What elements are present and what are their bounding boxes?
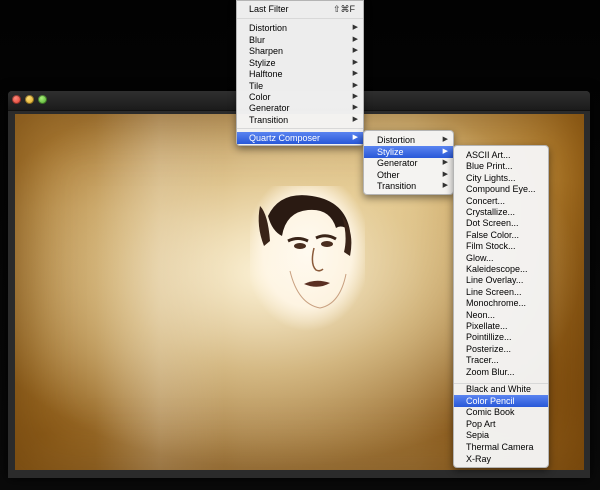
submenu-item-transition[interactable]: Transition ▶ — [364, 180, 453, 192]
filter-item-line-screen[interactable]: Line Screen... — [454, 286, 548, 298]
filter-item-pointillize[interactable]: Pointillize... — [454, 331, 548, 343]
triangle-right-icon: ▶ — [352, 47, 358, 54]
menu-item-label: Pointillize... — [466, 332, 512, 343]
filter-item-line-overlay[interactable]: Line Overlay... — [454, 274, 548, 286]
menu-item-label: Transition — [377, 181, 417, 191]
quartz-composer-submenu: Distortion ▶ Stylize ▶ Generator ▶ Other ▶ T… — [363, 130, 454, 195]
shortcut-label: ⇧⌘F — [332, 4, 355, 14]
triangle-right-icon: ▶ — [352, 134, 358, 141]
filter-item-x-ray[interactable]: X-Ray — [454, 453, 548, 465]
menu-item-label: Neon... — [466, 309, 496, 320]
triangle-right-icon: ▶ — [442, 136, 448, 143]
menu-item-label: Generator — [249, 103, 290, 113]
filter-item-comic-book[interactable]: Comic Book — [454, 406, 548, 418]
filter-item-pixellate[interactable]: Pixellate... — [454, 320, 548, 332]
menu-item-label: Black and White — [466, 384, 532, 394]
menu-item-label: Thermal Camera — [466, 442, 534, 452]
menu-item-label: Tracer... — [466, 355, 499, 366]
menu-item-halftone[interactable]: Halftone ▶ — [237, 68, 363, 80]
menu-item-label: Generator — [377, 158, 418, 168]
filter-item-compound-eye[interactable]: Compound Eye... — [454, 183, 548, 195]
filter-menu: Last Filter ⇧⌘F Distortion ▶ Blur ▶ Sharpe… — [236, 0, 364, 146]
filter-item-glow[interactable]: Glow... — [454, 252, 548, 264]
menu-item-label: Zoom Blur... — [466, 366, 515, 377]
filter-item-city-lights[interactable]: City Lights... — [454, 172, 548, 184]
filter-item-posterize[interactable]: Posterize... — [454, 343, 548, 355]
menu-item-label: Compound Eye... — [466, 184, 536, 195]
menu-item-label: Pixellate... — [466, 321, 508, 331]
filter-item-crystallize[interactable]: Crystallize... — [454, 206, 548, 218]
submenu-item-distortion[interactable]: Distortion ▶ — [364, 134, 453, 146]
menu-item-label: Line Screen... — [466, 286, 522, 297]
minimize-button[interactable] — [25, 95, 34, 104]
menu-item-label: Pop Art — [466, 418, 496, 429]
filter-item-sepia[interactable]: Sepia — [454, 429, 548, 441]
menu-item-label: Crystallize... — [466, 207, 516, 217]
menu-item-label: Halftone — [249, 69, 283, 79]
triangle-right-icon: ▶ — [442, 182, 448, 189]
submenu-item-generator[interactable]: Generator ▶ — [364, 157, 453, 169]
menu-item-label: Blue Print... — [466, 161, 513, 172]
menu-item-distortion[interactable]: Distortion ▶ — [237, 22, 363, 34]
menu-item-label: Concert... — [466, 195, 506, 206]
menu-item-label: X-Ray — [466, 453, 492, 464]
menu-item-label: City Lights... — [466, 172, 516, 183]
menu-item-label: Color Pencil — [466, 395, 515, 406]
filter-item-pop-art[interactable]: Pop Art — [454, 418, 548, 430]
triangle-right-icon: ▶ — [442, 159, 448, 166]
menu-item-label: Sepia — [466, 430, 490, 441]
menu-item-label: Distortion — [249, 23, 288, 33]
menu-item-label: Posterize... — [466, 343, 512, 354]
menu-separator — [237, 128, 363, 129]
close-button[interactable] — [12, 95, 21, 104]
menu-item-label: Sharpen — [249, 46, 284, 56]
filter-item-tracer[interactable]: Tracer... — [454, 354, 548, 366]
triangle-right-icon: ▶ — [352, 116, 358, 123]
menu-item-label: Quartz Composer — [249, 133, 321, 143]
filter-item-concert[interactable]: Concert... — [454, 195, 548, 207]
triangle-right-icon: ▶ — [352, 70, 358, 77]
filter-item-ascii-art[interactable]: ASCII Art... — [454, 149, 548, 161]
filter-item-black-and-white[interactable]: Black and White — [454, 383, 548, 395]
filter-item-film-stock[interactable]: Film Stock... — [454, 240, 548, 252]
menu-item-label: Transition — [249, 115, 289, 125]
filter-item-blue-print[interactable]: Blue Print... — [454, 160, 548, 172]
menu-item-label: Monochrome... — [466, 298, 527, 309]
menu-item-label: Line Overlay... — [466, 275, 524, 286]
stylize-submenu: ASCII Art... Blue Print... City Lights... C… — [453, 145, 549, 468]
menu-item-sharpen[interactable]: Sharpen ▶ — [237, 45, 363, 57]
menu-item-label: ASCII Art... — [466, 150, 511, 160]
menu-item-generator[interactable]: Generator ▶ — [237, 102, 363, 114]
menu-item-label: False Color... — [466, 229, 520, 240]
menu-item-transition[interactable]: Transition ▶ — [237, 114, 363, 126]
triangle-right-icon: ▶ — [352, 104, 358, 111]
zoom-button[interactable] — [38, 95, 47, 104]
filter-item-monochrome[interactable]: Monochrome... — [454, 297, 548, 309]
menu-separator — [237, 18, 363, 19]
menu-item-label: Kaleidescope... — [466, 264, 528, 274]
menu-item-label: Last Filter — [249, 4, 289, 14]
filter-item-dot-screen[interactable]: Dot Screen... — [454, 217, 548, 229]
filter-item-kaleidescope[interactable]: Kaleidescope... — [454, 263, 548, 275]
menu-item-label: Glow... — [466, 252, 494, 263]
filter-item-false-color[interactable]: False Color... — [454, 229, 548, 241]
menu-item-label: Comic Book — [466, 407, 515, 418]
filter-item-color-pencil[interactable]: Color Pencil — [454, 394, 548, 407]
menu-item-label: Dot Screen... — [466, 218, 519, 229]
filter-item-thermal-camera[interactable]: Thermal Camera — [454, 441, 548, 453]
menu-item-label: Film Stock... — [466, 241, 516, 252]
filter-item-neon[interactable]: Neon... — [454, 309, 548, 321]
triangle-right-icon: ▶ — [352, 24, 358, 31]
menu-item-label: Distortion — [377, 135, 416, 145]
menu-item-quartz-composer[interactable]: Quartz Composer ▶ — [237, 132, 363, 144]
menu-item-last-filter[interactable]: Last Filter ⇧⌘F — [237, 3, 363, 15]
filter-item-zoom-blur[interactable]: Zoom Blur... — [454, 366, 548, 378]
